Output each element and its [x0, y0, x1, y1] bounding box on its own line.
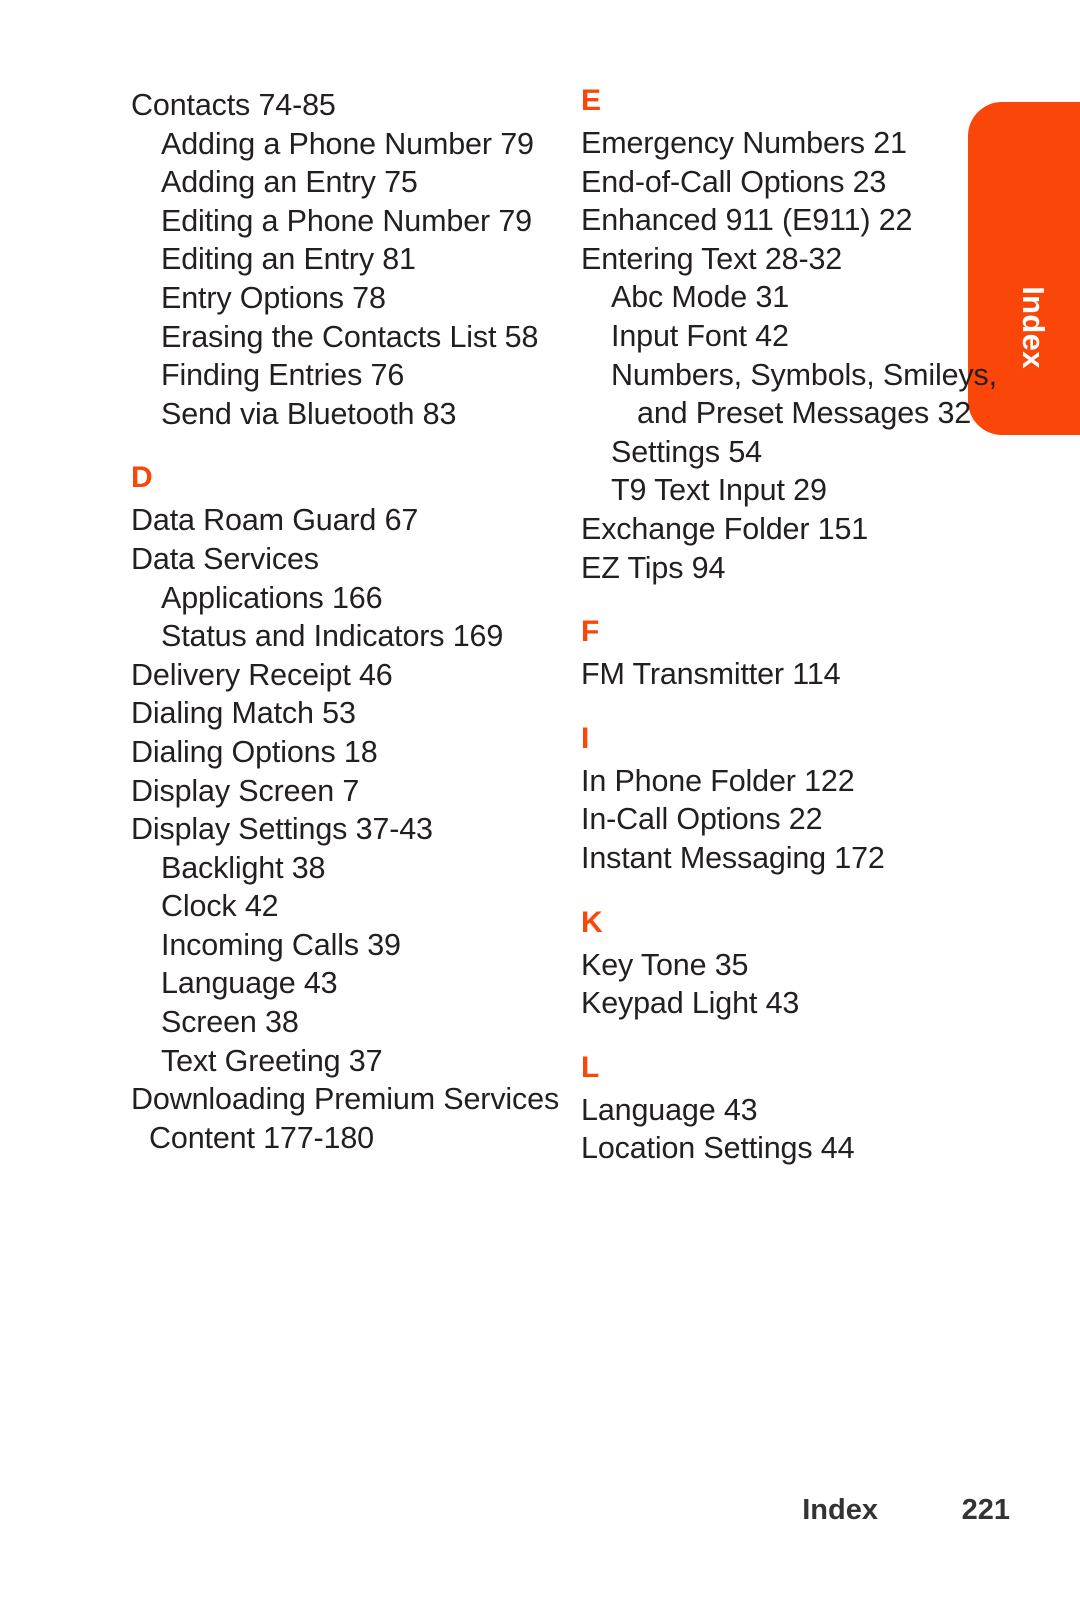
page-footer: Index 221 — [0, 1480, 1080, 1540]
index-section-l: L Language 43 Location Settings 44 — [581, 1050, 1021, 1168]
index-section-f: F FM Transmitter 114 — [581, 617, 1021, 694]
index-entry[interactable]: Location Settings 44 — [581, 1129, 1021, 1168]
index-entry[interactable]: End-of-Call Options 23 — [581, 163, 1021, 202]
index-entry[interactable]: Delivery Receipt 46 — [131, 656, 571, 695]
index-entry[interactable]: Text Greeting 37 — [161, 1042, 571, 1081]
index-entry[interactable]: Data Services — [131, 540, 571, 579]
index-entry[interactable]: Display Settings 37-43 — [131, 810, 571, 849]
index-entry[interactable]: Instant Messaging 172 — [581, 839, 1021, 878]
index-entry[interactable]: FM Transmitter 114 — [581, 655, 1021, 694]
index-entry[interactable]: Emergency Numbers 21 — [581, 124, 1021, 163]
index-page: Index Contacts 74-85 Adding a Phone Numbe… — [0, 0, 1080, 1620]
index-section-e: E Emergency Numbers 21 End-of-Call Options… — [581, 86, 1021, 587]
index-entry[interactable]: Enhanced 911 (E911) 22 — [581, 201, 1021, 240]
index-entry[interactable]: Entry Options 78 — [161, 279, 571, 318]
index-entry[interactable]: Contacts 74-85 — [131, 86, 571, 125]
index-entry[interactable]: Editing a Phone Number 79 — [161, 202, 571, 241]
index-entry[interactable]: Language 43 — [581, 1091, 1021, 1130]
index-entry[interactable]: Clock 42 — [161, 887, 571, 926]
index-entry[interactable]: Finding Entries 76 — [161, 356, 571, 395]
index-entry[interactable]: Input Font 42 — [611, 317, 1021, 356]
index-entry[interactable]: Backlight 38 — [161, 849, 571, 888]
section-letter-e: E — [581, 84, 602, 117]
index-entry[interactable]: Applications 166 — [161, 579, 571, 618]
index-column-left: Contacts 74-85 Adding a Phone Number 79 Ad… — [131, 86, 571, 1157]
index-entry[interactable]: Erasing the Contacts List 58 — [161, 318, 571, 357]
index-columns: Contacts 74-85 Adding a Phone Number 79 Ad… — [0, 86, 1080, 1168]
index-section-k: K Key Tone 35 Keypad Light 43 — [581, 905, 1021, 1023]
index-entry[interactable]: Key Tone 35 — [581, 946, 1021, 985]
index-entry[interactable]: Display Screen 7 — [131, 772, 571, 811]
index-entry[interactable]: Send via Bluetooth 83 — [161, 395, 571, 434]
footer-section-label: Index — [802, 1493, 878, 1526]
index-entry[interactable]: Exchange Folder 151 — [581, 510, 1021, 549]
index-entry[interactable]: Screen 38 — [161, 1003, 571, 1042]
index-entry[interactable]: Adding an Entry 75 — [161, 163, 571, 202]
index-entry[interactable]: In Phone Folder 122 — [581, 762, 1021, 801]
section-letter-d: D — [131, 461, 153, 495]
section-letter-f: F — [581, 615, 600, 649]
section-letter-i: I — [581, 721, 590, 755]
section-letter-k: K — [581, 905, 603, 939]
index-entry[interactable]: Data Roam Guard 67 — [131, 501, 571, 540]
index-entry[interactable]: Editing an Entry 81 — [161, 240, 571, 279]
index-entry[interactable]: Dialing Match 53 — [131, 694, 571, 733]
index-entry[interactable]: In-Call Options 22 — [581, 800, 1021, 839]
index-section-continued: Contacts 74-85 Adding a Phone Number 79 Ad… — [131, 86, 571, 433]
index-entry[interactable]: Adding a Phone Number 79 — [161, 125, 571, 164]
index-section-d: D Data Roam Guard 67 Data Services Applicat… — [131, 463, 571, 1157]
index-entry[interactable]: EZ Tips 94 — [581, 549, 1021, 588]
index-entry[interactable]: Entering Text 28-32 — [581, 240, 1021, 279]
index-entry[interactable]: Numbers, Symbols, Smileys, and Preset Me… — [611, 356, 1021, 433]
index-entry[interactable]: Status and Indicators 169 — [161, 617, 571, 656]
index-entry[interactable]: Dialing Options 18 — [131, 733, 571, 772]
index-entry[interactable]: Downloading Premium Services Content 177… — [131, 1080, 571, 1157]
index-entry[interactable]: Settings 54 — [611, 433, 1021, 472]
index-entry[interactable]: Abc Mode 31 — [611, 278, 1021, 317]
index-section-i: I In Phone Folder 122 In-Call Options 22 In… — [581, 721, 1021, 878]
index-entry[interactable]: Keypad Light 43 — [581, 984, 1021, 1023]
index-entry[interactable]: Language 43 — [161, 964, 571, 1003]
index-column-right: E Emergency Numbers 21 End-of-Call Options… — [581, 86, 1021, 1168]
index-entry[interactable]: T9 Text Input 29 — [611, 471, 1021, 510]
footer-page-number: 221 — [961, 1493, 1010, 1526]
section-letter-l: L — [581, 1050, 600, 1084]
index-entry[interactable]: Incoming Calls 39 — [161, 926, 571, 965]
